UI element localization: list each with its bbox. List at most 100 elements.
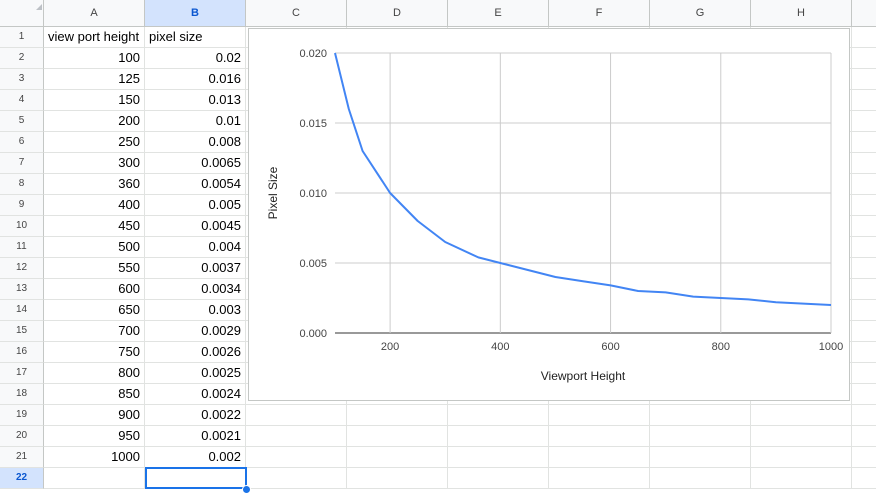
column-header-e[interactable]: E [448,0,549,27]
data-cell[interactable]: 550 [44,258,145,279]
cell[interactable] [448,447,549,468]
row-header-20[interactable]: 20 [0,426,44,447]
cell[interactable] [852,426,876,447]
cell[interactable] [852,195,876,216]
data-cell[interactable]: 0.0054 [145,174,246,195]
row-header-8[interactable]: 8 [0,174,44,195]
data-cell[interactable]: 300 [44,153,145,174]
cell[interactable] [448,426,549,447]
data-cell[interactable]: 0.02 [145,48,246,69]
data-cell[interactable]: 0.0065 [145,153,246,174]
row-header-22[interactable]: 22 [0,468,44,489]
cell[interactable] [852,216,876,237]
data-cell[interactable]: 950 [44,426,145,447]
cell[interactable] [852,300,876,321]
data-cell[interactable]: 0.002 [145,447,246,468]
line-chart[interactable]: 0.000 0.005 0.010 0.015 0.020 200 400 600 800 100… [248,28,850,401]
cell[interactable] [852,48,876,69]
row-header-15[interactable]: 15 [0,321,44,342]
cell[interactable] [44,468,145,489]
data-cell[interactable]: 0.0029 [145,321,246,342]
cell[interactable] [852,69,876,90]
data-cell[interactable]: 250 [44,132,145,153]
cell[interactable] [751,405,852,426]
row-header-11[interactable]: 11 [0,237,44,258]
row-header-3[interactable]: 3 [0,69,44,90]
data-cell[interactable]: 0.0021 [145,426,246,447]
data-cell[interactable]: 0.008 [145,132,246,153]
data-cell[interactable]: 0.0024 [145,384,246,405]
cell[interactable] [347,426,448,447]
header-cell[interactable]: pixel size [145,27,246,48]
cell[interactable] [448,405,549,426]
row-header-6[interactable]: 6 [0,132,44,153]
data-cell[interactable]: 800 [44,363,145,384]
row-header-7[interactable]: 7 [0,153,44,174]
cell[interactable] [852,258,876,279]
fill-handle[interactable] [242,485,251,494]
cell[interactable] [347,405,448,426]
cell[interactable] [650,405,751,426]
row-header-18[interactable]: 18 [0,384,44,405]
row-header-2[interactable]: 2 [0,48,44,69]
data-cell[interactable]: 0.003 [145,300,246,321]
cell[interactable] [852,468,876,489]
cell[interactable] [347,468,448,489]
cell[interactable] [650,447,751,468]
header-cell[interactable]: view port height [44,27,145,48]
data-cell[interactable]: 0.0022 [145,405,246,426]
data-cell[interactable]: 650 [44,300,145,321]
cell[interactable] [852,363,876,384]
cell[interactable] [246,426,347,447]
cell[interactable] [650,468,751,489]
data-cell[interactable]: 400 [44,195,145,216]
cell[interactable] [852,90,876,111]
cell[interactable] [852,405,876,426]
cell[interactable] [751,468,852,489]
data-cell[interactable]: 0.0025 [145,363,246,384]
column-header-f[interactable]: F [549,0,650,27]
cell[interactable] [852,132,876,153]
cell[interactable] [852,174,876,195]
row-header-13[interactable]: 13 [0,279,44,300]
cell[interactable] [448,468,549,489]
data-cell[interactable]: 0.004 [145,237,246,258]
data-cell[interactable]: 850 [44,384,145,405]
cell[interactable] [852,279,876,300]
data-cell[interactable]: 500 [44,237,145,258]
cell[interactable] [347,447,448,468]
row-header-10[interactable]: 10 [0,216,44,237]
data-cell[interactable]: 150 [44,90,145,111]
data-cell[interactable]: 0.0037 [145,258,246,279]
cell[interactable] [852,153,876,174]
cell[interactable] [246,405,347,426]
data-cell[interactable]: 0.016 [145,69,246,90]
row-header-12[interactable]: 12 [0,258,44,279]
data-cell[interactable]: 0.005 [145,195,246,216]
data-cell[interactable]: 200 [44,111,145,132]
cell[interactable] [246,447,347,468]
column-header-a[interactable]: A [44,0,145,27]
data-cell[interactable]: 0.0026 [145,342,246,363]
select-all-corner[interactable] [0,0,44,27]
cell[interactable] [852,111,876,132]
cell[interactable] [549,447,650,468]
row-header-9[interactable]: 9 [0,195,44,216]
cell[interactable] [650,426,751,447]
row-header-14[interactable]: 14 [0,300,44,321]
cell[interactable] [852,27,876,48]
row-header-21[interactable]: 21 [0,447,44,468]
column-header-d[interactable]: D [347,0,448,27]
cell[interactable] [852,321,876,342]
data-cell[interactable]: 1000 [44,447,145,468]
data-cell[interactable]: 0.01 [145,111,246,132]
data-cell[interactable]: 700 [44,321,145,342]
data-cell[interactable]: 360 [44,174,145,195]
cell[interactable] [852,237,876,258]
data-cell[interactable]: 600 [44,279,145,300]
cell[interactable] [549,468,650,489]
selected-cell-b22[interactable] [145,467,247,489]
data-cell[interactable]: 900 [44,405,145,426]
cell[interactable] [852,342,876,363]
cell[interactable] [751,426,852,447]
